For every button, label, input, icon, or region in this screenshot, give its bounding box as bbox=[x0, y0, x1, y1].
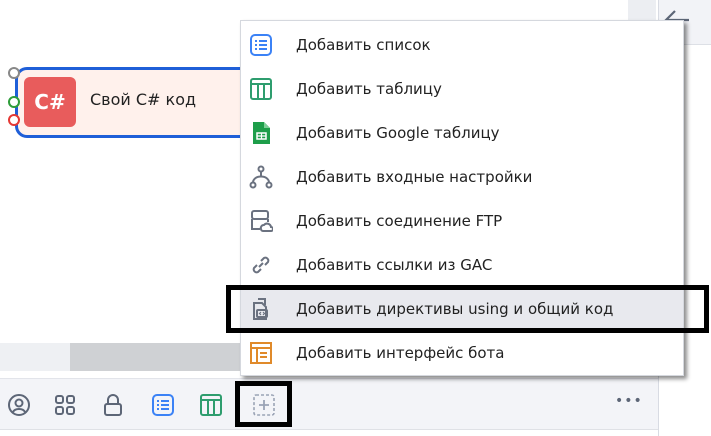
menu-item-add-input-settings[interactable]: Добавить входные настройки bbox=[241, 155, 683, 199]
link-icon bbox=[249, 253, 273, 277]
user-icon[interactable] bbox=[5, 391, 33, 419]
horizontal-scrollbar-thumb[interactable] bbox=[70, 343, 240, 371]
node-label: Свой C# код bbox=[90, 90, 197, 109]
list-icon bbox=[249, 33, 273, 57]
bot-interface-icon bbox=[249, 341, 273, 365]
toolbar-highlight-box bbox=[235, 381, 292, 427]
more-options-button[interactable]: ••• bbox=[615, 393, 643, 409]
csharp-badge: C# bbox=[24, 77, 76, 127]
menu-item-add-google-sheet[interactable]: Добавить Google таблицу bbox=[241, 111, 683, 155]
menu-item-label: Добавить соединение FTP bbox=[296, 212, 503, 230]
error-port[interactable] bbox=[8, 114, 20, 126]
menu-item-label: Добавить входные настройки bbox=[296, 168, 533, 186]
ftp-icon bbox=[249, 209, 273, 233]
menu-item-add-bot-interface[interactable]: Добавить интерфейс бота bbox=[241, 331, 683, 375]
success-port[interactable] bbox=[8, 96, 20, 108]
input-port[interactable] bbox=[8, 67, 20, 79]
table-icon[interactable] bbox=[197, 391, 225, 419]
bottom-toolbar: ••• bbox=[0, 378, 658, 430]
google-sheets-icon bbox=[249, 121, 273, 145]
menu-item-label: Добавить Google таблицу bbox=[296, 124, 500, 142]
menu-item-add-table[interactable]: Добавить таблицу bbox=[241, 67, 683, 111]
menu-item-add-list[interactable]: Добавить список bbox=[241, 23, 683, 67]
input-settings-icon bbox=[249, 165, 273, 189]
list-icon[interactable] bbox=[149, 391, 177, 419]
menu-item-add-ftp[interactable]: Добавить соединение FTP bbox=[241, 199, 683, 243]
menu-item-label: Добавить список bbox=[296, 36, 431, 54]
grid-icon[interactable] bbox=[51, 391, 79, 419]
menu-item-label: Добавить интерфейс бота bbox=[296, 344, 505, 362]
lock-icon[interactable] bbox=[99, 391, 127, 419]
table-icon bbox=[249, 77, 273, 101]
menu-item-label: Добавить ссылки из GAC bbox=[296, 256, 493, 274]
csharp-code-node[interactable]: C# Свой C# код bbox=[8, 67, 255, 138]
menu-item-add-gac-links[interactable]: Добавить ссылки из GAC bbox=[241, 243, 683, 287]
vertical-scrollbar[interactable] bbox=[628, 0, 656, 20]
menu-highlight-box bbox=[226, 285, 709, 333]
menu-item-label: Добавить таблицу bbox=[296, 80, 442, 98]
